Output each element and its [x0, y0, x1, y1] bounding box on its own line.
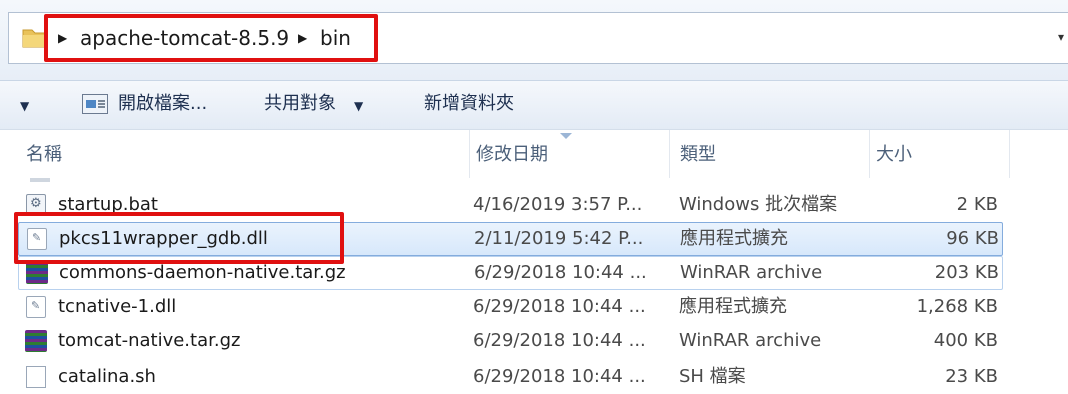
new-folder-button[interactable]: 新增資料夾 — [424, 95, 514, 113]
winrar-archive-icon — [25, 330, 47, 352]
list-item[interactable]: tomcat-native.tar.gz 6/29/2018 10:44 ...… — [18, 324, 1003, 358]
column-header-size[interactable]: 大小 — [870, 130, 1010, 178]
file-modified: 6/29/2018 10:44 ... — [473, 366, 646, 387]
file-type: SH 檔案 — [679, 366, 746, 387]
column-label-type: 類型 — [680, 144, 716, 165]
file-name: catalina.sh — [58, 366, 156, 387]
file-name: tomcat-native.tar.gz — [58, 330, 241, 351]
file-size: 96 KB — [946, 228, 999, 249]
file-size: 203 KB — [934, 262, 999, 283]
file-modified: 6/29/2018 10:44 ... — [473, 296, 646, 317]
file-name: tcnative-1.dll — [58, 296, 177, 317]
file-size: 2 KB — [956, 194, 998, 215]
file-type: WinRAR archive — [680, 262, 823, 283]
open-file-icon — [82, 94, 108, 114]
file-size: 400 KB — [933, 330, 998, 351]
file-name: commons-daemon-native.tar.gz — [59, 262, 346, 283]
generic-file-icon — [26, 366, 46, 388]
file-type: Windows 批次檔案 — [679, 194, 838, 215]
column-header-name[interactable]: 名稱 — [0, 130, 470, 178]
winrar-archive-icon — [26, 262, 48, 284]
dll-file-icon — [26, 296, 46, 318]
file-highlight-box — [14, 212, 344, 264]
chevron-down-icon[interactable]: ▾ — [1058, 30, 1064, 44]
share-dropdown-caret[interactable]: ▼ — [354, 99, 363, 113]
file-type: WinRAR archive — [679, 330, 822, 351]
file-modified: 6/29/2018 10:44 ... — [473, 330, 646, 351]
file-type: 應用程式擴充 — [680, 228, 788, 249]
column-label-size: 大小 — [876, 144, 912, 165]
file-modified: 2/11/2019 5:42 P... — [474, 228, 644, 249]
list-item[interactable]: tcnative-1.dll 6/29/2018 10:44 ... 應用程式擴… — [18, 290, 1003, 324]
file-modified: 4/16/2019 3:57 P... — [473, 194, 643, 215]
list-item[interactable]: catalina.sh 6/29/2018 10:44 ... SH 檔案 23… — [18, 358, 1003, 392]
scrolled-row-remnant — [30, 178, 50, 182]
organize-dropdown-caret[interactable]: ▼ — [20, 99, 29, 113]
share-with-button[interactable]: 共用對象 — [264, 95, 336, 113]
sort-descending-icon — [560, 133, 572, 139]
address-highlight-box — [44, 14, 378, 62]
column-header-type[interactable]: 類型 — [670, 130, 870, 178]
open-file-button[interactable]: 開啟檔案... — [118, 95, 207, 113]
file-size: 1,268 KB — [916, 296, 998, 317]
file-size: 23 KB — [945, 366, 998, 387]
column-label-modified: 修改日期 — [476, 144, 548, 165]
file-modified: 6/29/2018 10:44 ... — [474, 262, 647, 283]
file-type: 應用程式擴充 — [679, 296, 787, 317]
column-label-name: 名稱 — [26, 144, 62, 165]
